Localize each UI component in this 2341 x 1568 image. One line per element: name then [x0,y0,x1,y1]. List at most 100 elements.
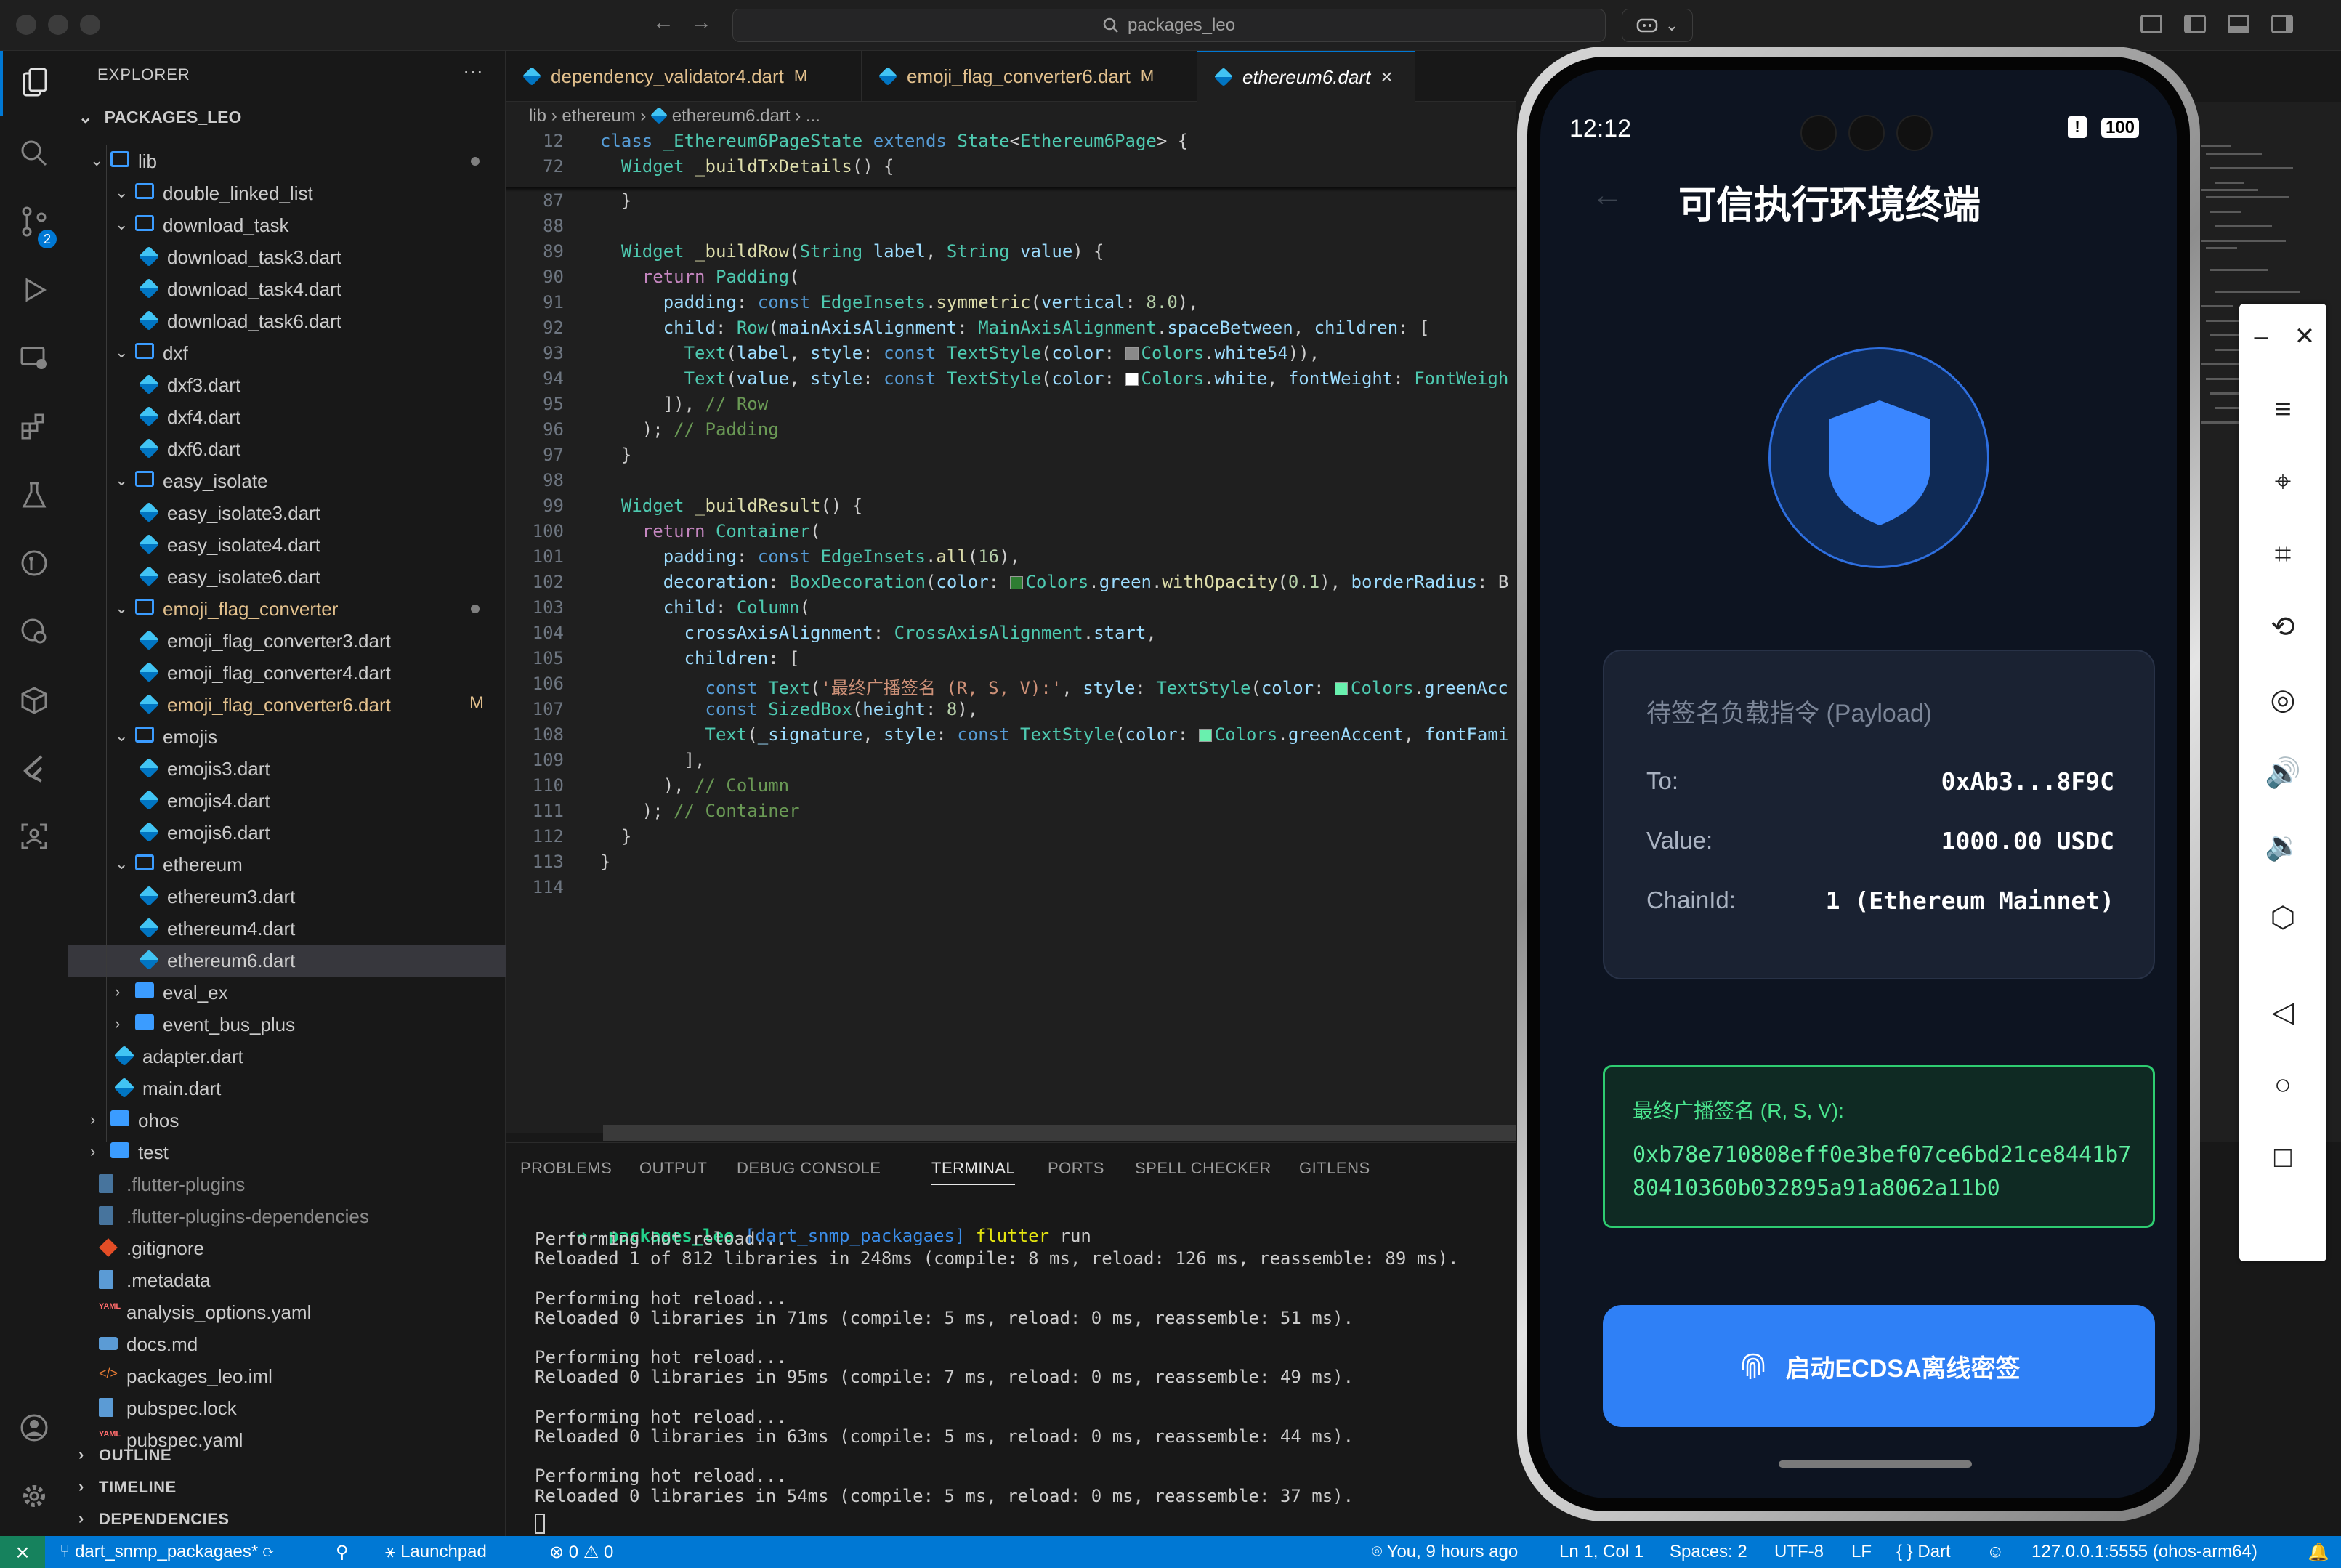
chevron-down-icon[interactable]: ⌄ [115,854,128,873]
code-line[interactable]: 110 ), // Column [506,775,1516,801]
code-editor[interactable]: 12 class _Ethereum6PageState extends Stat… [506,102,1516,1133]
tree-item[interactable]: ethereum6.dart [68,945,506,977]
tree-item[interactable]: download_task4.dart [68,273,506,305]
window-close-button[interactable] [16,15,36,35]
chevron-down-icon[interactable]: ⌄ [115,599,128,618]
breadcrumb[interactable]: lib › ethereum › ethereum6.dart › ... [529,106,820,126]
encoding[interactable]: UTF-8 [1774,1542,1824,1562]
code-line[interactable]: 111 ); // Container [506,801,1516,827]
tree-item[interactable]: ⌄ emoji_flag_converter [68,593,506,625]
toggle-secondary-sidebar-icon[interactable] [2271,15,2293,33]
tree-item[interactable]: › test [68,1136,506,1168]
code-line[interactable]: 105 children: [ [506,648,1516,674]
tab-ports[interactable]: PORTS [1048,1159,1104,1178]
tree-item[interactable]: ⌄ download_task [68,209,506,241]
code-line[interactable]: 102 decoration: BoxDecoration(color: Col… [506,572,1516,598]
remote-explorer-icon[interactable] [0,326,68,391]
settings-gear-icon[interactable] [0,1463,68,1529]
flutter-icon[interactable] [0,735,68,801]
window-zoom-button[interactable] [80,15,100,35]
account-icon[interactable] [0,1395,68,1460]
breadcrumb-lib[interactable]: lib [529,106,546,126]
container-cube-icon[interactable] [0,667,68,732]
tree-item[interactable]: emoji_flag_converter3.dart [68,625,506,657]
unpin-icon[interactable]: ⌖ [2239,449,2326,514]
tree-item[interactable]: .gitignore [68,1232,506,1264]
tree-item[interactable]: emoji_flag_converter4.dart [68,657,506,689]
command-center-search[interactable]: packages_leo [732,9,1606,42]
tree-item[interactable]: .flutter-plugins-dependencies [68,1200,506,1232]
tree-item[interactable]: docs.md [68,1328,506,1360]
tree-item[interactable]: easy_isolate6.dart [68,561,506,593]
screenshot-icon[interactable]: ◎ [2239,667,2326,732]
tree-item[interactable]: .metadata [68,1264,506,1296]
code-line[interactable]: 109 ], [506,750,1516,776]
chevron-down-icon[interactable]: ⌄ [115,183,128,202]
code-line[interactable]: 91 padding: const EdgeInsets.symmetric(v… [506,292,1516,318]
tab-spell-checker[interactable]: SPELL CHECKER [1135,1159,1271,1178]
remote-indicator-icon[interactable]: ⨯ [0,1536,45,1568]
code-line[interactable]: 114 [506,877,1516,903]
tree-item[interactable]: .flutter-plugins [68,1168,506,1200]
tree-item[interactable]: easy_isolate4.dart [68,529,506,561]
explorer-more-icon[interactable]: ··· [463,60,483,83]
volume-up-icon[interactable]: 🔊 [2239,740,2326,805]
tree-item[interactable]: easy_isolate3.dart [68,497,506,529]
close-tab-icon[interactable]: × [1380,65,1392,89]
code-line[interactable]: 108 Text(_signature, style: const TextSt… [506,724,1516,751]
copilot-status-icon[interactable]: ☺ [1986,1542,2005,1562]
tree-item[interactable]: ⌄ easy_isolate [68,465,506,497]
breadcrumb-symbol[interactable]: ... [806,106,820,126]
tree-item[interactable]: ethereum4.dart [68,913,506,945]
code-line[interactable]: 94 Text(value, style: const TextStyle(co… [506,368,1516,395]
chevron-down-icon[interactable]: ⌄ [115,343,128,362]
forward-arrow-icon[interactable]: → [690,10,712,35]
menu-icon[interactable]: ≡ [2239,376,2326,442]
chevron-right-icon[interactable]: › [90,1110,95,1129]
tree-item[interactable]: › event_bus_plus [68,1009,506,1040]
tab-output[interactable]: OUTPUT [639,1159,707,1178]
gitlens-status-icon[interactable]: ⚲ [336,1542,349,1563]
gitlens-inspect-icon[interactable] [0,599,68,664]
tree-item[interactable]: </> packages_leo.iml [68,1360,506,1392]
copilot-button[interactable]: ⌄ [1622,9,1693,42]
sticky-scroll-line[interactable]: 12 class _Ethereum6PageState extends Stat… [506,131,1516,157]
explorer-icon[interactable] [0,51,68,116]
tab-gitlens[interactable]: GITLENS [1299,1159,1370,1178]
tree-item[interactable]: emojis3.dart [68,753,506,785]
sticky-scroll-line[interactable]: 72 Widget _buildTxDetails() { [506,156,1516,182]
toggle-panel-layout-icon[interactable] [2140,15,2162,33]
tree-item[interactable]: emoji_flag_converter6.dart M [68,689,506,721]
code-line[interactable]: 104 crossAxisAlignment: CrossAxisAlignme… [506,623,1516,649]
indentation[interactable]: Spaces: 2 [1670,1542,1747,1562]
tree-item[interactable]: ⌄ lib [68,145,506,177]
notifications-bell-icon[interactable]: 🔔 [2308,1542,2329,1563]
tree-item[interactable]: emojis6.dart [68,817,506,849]
code-line[interactable]: 92 child: Row(mainAxisAlignment: MainAxi… [506,318,1516,344]
code-line[interactable]: 113} [506,852,1516,878]
chevron-right-icon[interactable]: › [115,1014,120,1033]
tree-item[interactable]: main.dart [68,1072,506,1104]
toggle-sidebar-icon[interactable] [2184,15,2206,33]
tab-ethereum6[interactable]: ethereum6.dart × [1197,51,1415,102]
code-line[interactable]: 97 } [506,445,1516,471]
code-line[interactable]: 89 Widget _buildRow(String label, String… [506,241,1516,267]
code-line[interactable]: 88 [506,216,1516,242]
workspace-root[interactable]: ⌄ PACKAGES_LEO [78,108,241,127]
tab-terminal[interactable]: TERMINAL [931,1159,1016,1185]
chevron-down-icon[interactable]: ⌄ [115,727,128,745]
tree-item[interactable]: download_task3.dart [68,241,506,273]
code-line[interactable]: 90 return Padding( [506,267,1516,293]
code-line[interactable]: 87 } [506,190,1516,217]
volume-down-icon[interactable]: 🔉 [2239,812,2326,878]
chevron-down-icon[interactable]: ⌄ [115,471,128,490]
start-ecdsa-sign-button[interactable]: 启动ECDSA离线密签 [1603,1305,2155,1427]
run-debug-icon[interactable] [0,257,68,323]
rotate-icon[interactable]: ⟲ [2239,594,2326,660]
emulator-close-button[interactable]: ✕ [2283,304,2326,369]
tree-item[interactable]: YAML analysis_options.yaml [68,1296,506,1328]
code-line[interactable]: 112 } [506,826,1516,852]
problems-status[interactable]: ⊗ 0 ⚠ 0 [549,1542,613,1563]
chevron-down-icon[interactable]: ⌄ [115,215,128,234]
home-indicator[interactable] [1779,1460,1972,1468]
